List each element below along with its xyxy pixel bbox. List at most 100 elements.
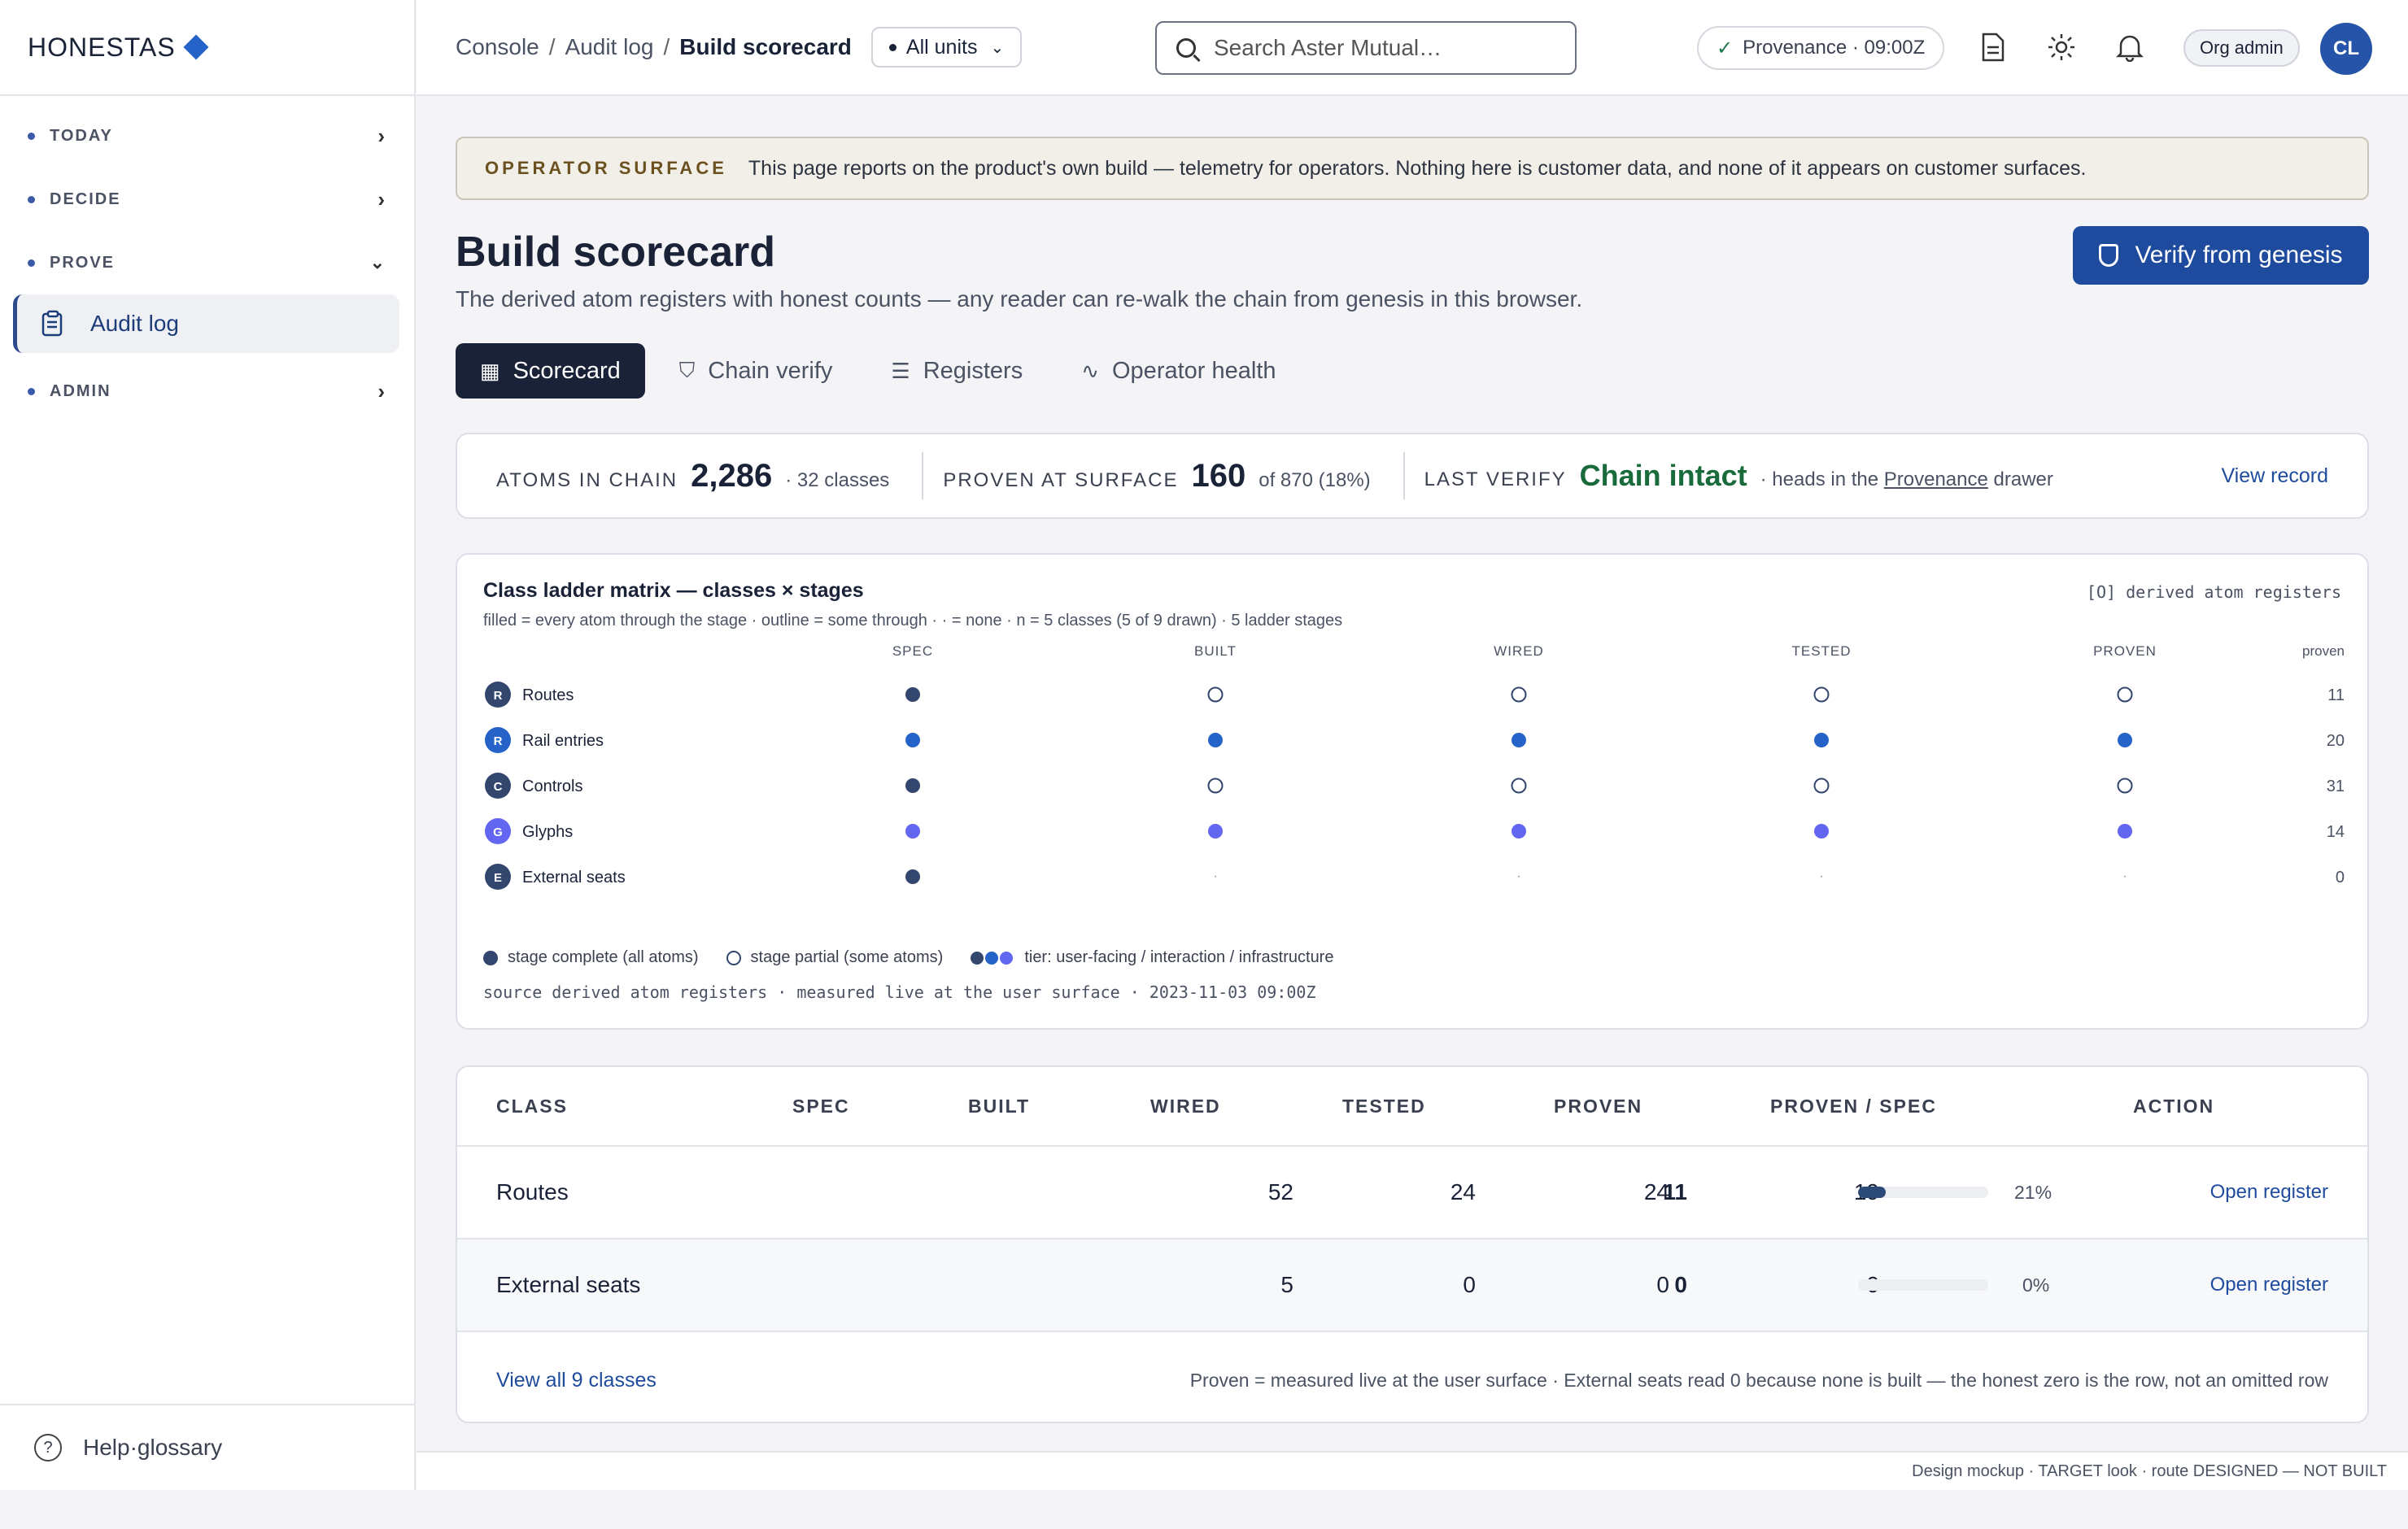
stat-value: Chain intact (1579, 459, 1747, 492)
diamond-icon (183, 34, 209, 60)
cell-ratio: 0% (2022, 1274, 2050, 1296)
help-icon: ? (34, 1434, 62, 1461)
progress-bar (1858, 1187, 1988, 1198)
chevron-down-icon: ⌄ (990, 38, 1005, 57)
class-name: Controls (522, 778, 582, 795)
page-subtitle: The derived atom registers with honest c… (456, 286, 1583, 311)
sidebar-section-today[interactable]: TODAY › (0, 104, 414, 168)
stats-strip: ATOMS IN CHAIN 2,286 · 32 classes PROVEN… (456, 433, 2369, 519)
class-ladder-matrix: Class ladder matrix — classes × stages f… (456, 553, 2369, 1030)
search-input[interactable]: Search Aster Mutual… (1155, 21, 1577, 75)
cell-built: 0 (1463, 1272, 1476, 1297)
stat-label: LAST VERIFY (1424, 468, 1567, 490)
breadcrumb-console[interactable]: Console (456, 34, 539, 60)
open-register-link[interactable]: Open register (2210, 1274, 2328, 1296)
stage-dot-partial (2117, 686, 2133, 703)
chevron-right-icon: › (377, 186, 386, 211)
avatar[interactable]: CL (2320, 23, 2372, 75)
tab-chain-verify[interactable]: ⛉ Chain verify (655, 343, 857, 399)
class-table: CLASS SPEC BUILT WIRED TESTED PROVEN PRO… (456, 1065, 2369, 1423)
tab-label: Scorecard (513, 357, 621, 384)
stage-dot-full (905, 733, 920, 747)
bell-icon[interactable] (2112, 29, 2148, 65)
stage-dot-partial (1813, 686, 1830, 703)
stat-note: · heads in the (1760, 468, 1879, 490)
help-glossary-link[interactable]: ? Help·glossary (0, 1404, 414, 1490)
view-all-classes-link[interactable]: View all 9 classes (496, 1369, 657, 1392)
role-badge[interactable]: Org admin (2183, 29, 2300, 67)
brand-name: HONESTAS (28, 32, 176, 62)
sidebar-section-label: DECIDE (50, 189, 121, 208)
view-record-link[interactable]: View record (2221, 464, 2328, 488)
sidebar-section-decide[interactable]: DECIDE › (0, 168, 414, 231)
open-register-link[interactable]: Open register (2210, 1181, 2328, 1204)
stage-dot-none: · (1819, 869, 1823, 883)
tab-label: Operator health (1112, 357, 1276, 384)
operator-banner: OPERATOR SURFACE This page reports on th… (456, 137, 2369, 200)
stage-dot-none: · (2122, 869, 2127, 883)
sidebar-section-admin[interactable]: ADMIN › (0, 359, 414, 423)
stage-dot-full (905, 824, 920, 839)
class-initial: G (493, 825, 503, 839)
bullet-icon (28, 259, 35, 267)
breadcrumb-audit-log[interactable]: Audit log (565, 34, 654, 60)
units-select[interactable]: All units ⌄ (870, 27, 1023, 68)
sidebar-item-audit-log[interactable]: Audit log (13, 294, 399, 353)
cell-ratio: 21% (2014, 1181, 2052, 1203)
col-proven-spec: PROVEN / SPEC (1770, 1095, 1937, 1117)
cell-proven: 11 (1663, 1179, 1687, 1204)
tab-bar: ▦ Scorecard ⛉ Chain verify ☰ Registers ∿… (456, 343, 1311, 399)
tab-label: Registers (923, 357, 1023, 384)
bullet-icon (888, 43, 896, 51)
provenance-link[interactable]: Provenance (1884, 468, 1988, 491)
brand-logo[interactable]: HONESTAS (0, 0, 414, 96)
class-initial: C (494, 780, 503, 794)
stat-note: · 32 classes (785, 468, 890, 491)
cell-class: Routes (496, 1179, 569, 1204)
verify-from-genesis-button[interactable]: Verify from genesis (2073, 226, 2369, 285)
tab-operator-health[interactable]: ∿ Operator health (1057, 343, 1300, 399)
sidebar-section-label: ADMIN (50, 381, 111, 400)
check-icon: ✓ (1717, 37, 1734, 59)
stage-header: TESTED (1791, 643, 1851, 659)
legend-label: tier: user-facing / interaction / infras… (1024, 948, 1334, 966)
stage-dot-full (1512, 733, 1526, 747)
stage-dot-none: · (1516, 869, 1520, 883)
bullet-icon (28, 132, 35, 140)
tab-registers[interactable]: ☰ Registers (866, 343, 1047, 399)
matrix-source-note: source derived atom registers · measured… (483, 982, 1316, 1002)
sidebar-section-label: PROVE (50, 253, 116, 272)
col-built: BUILT (968, 1095, 1031, 1117)
sun-icon[interactable] (2044, 29, 2079, 65)
stage-header: BUILT (1194, 643, 1237, 659)
class-proven-count: 14 (2327, 823, 2345, 841)
outline-dot-icon (726, 950, 741, 965)
table-header: CLASS SPEC BUILT WIRED TESTED PROVEN PRO… (457, 1067, 2367, 1147)
stage-dot-full (1814, 824, 1829, 839)
role-label: Org admin (2200, 37, 2284, 58)
stage-header: WIRED (1494, 643, 1544, 659)
col-wired: WIRED (1150, 1095, 1221, 1117)
sidebar-section-prove[interactable]: PROVE ⌄ (0, 231, 414, 294)
filled-dot-icon (483, 950, 498, 965)
class-proven-count: 0 (2336, 869, 2345, 886)
avatar-initials: CL (2333, 37, 2359, 59)
legend-label: stage partial (some atoms) (750, 948, 944, 966)
col-proven: PROVEN (1554, 1095, 1643, 1117)
stat-last-verify: LAST VERIFY Chain intact · heads in the … (1405, 459, 2053, 493)
col-action: ACTION (2133, 1095, 2215, 1117)
tab-scorecard[interactable]: ▦ Scorecard (456, 343, 645, 399)
shield-icon (2099, 244, 2119, 267)
sidebar-item-label: Audit log (90, 311, 179, 336)
cell-spec: 52 (1267, 1179, 1293, 1204)
cell-proven: 0 (1674, 1272, 1687, 1297)
stage-dot-partial (1511, 778, 1527, 794)
tier-dots-icon (971, 951, 1014, 965)
document-icon[interactable] (1975, 29, 2011, 65)
stat-value: 160 (1191, 457, 1246, 494)
stat-label: ATOMS IN CHAIN (496, 468, 678, 491)
provenance-badge[interactable]: ✓ Provenance · 09:00Z (1697, 26, 1945, 70)
stage-dot-full (905, 869, 920, 884)
stage-dot-none: · (1213, 869, 1217, 883)
verify-button-label: Verify from genesis (2135, 242, 2343, 268)
